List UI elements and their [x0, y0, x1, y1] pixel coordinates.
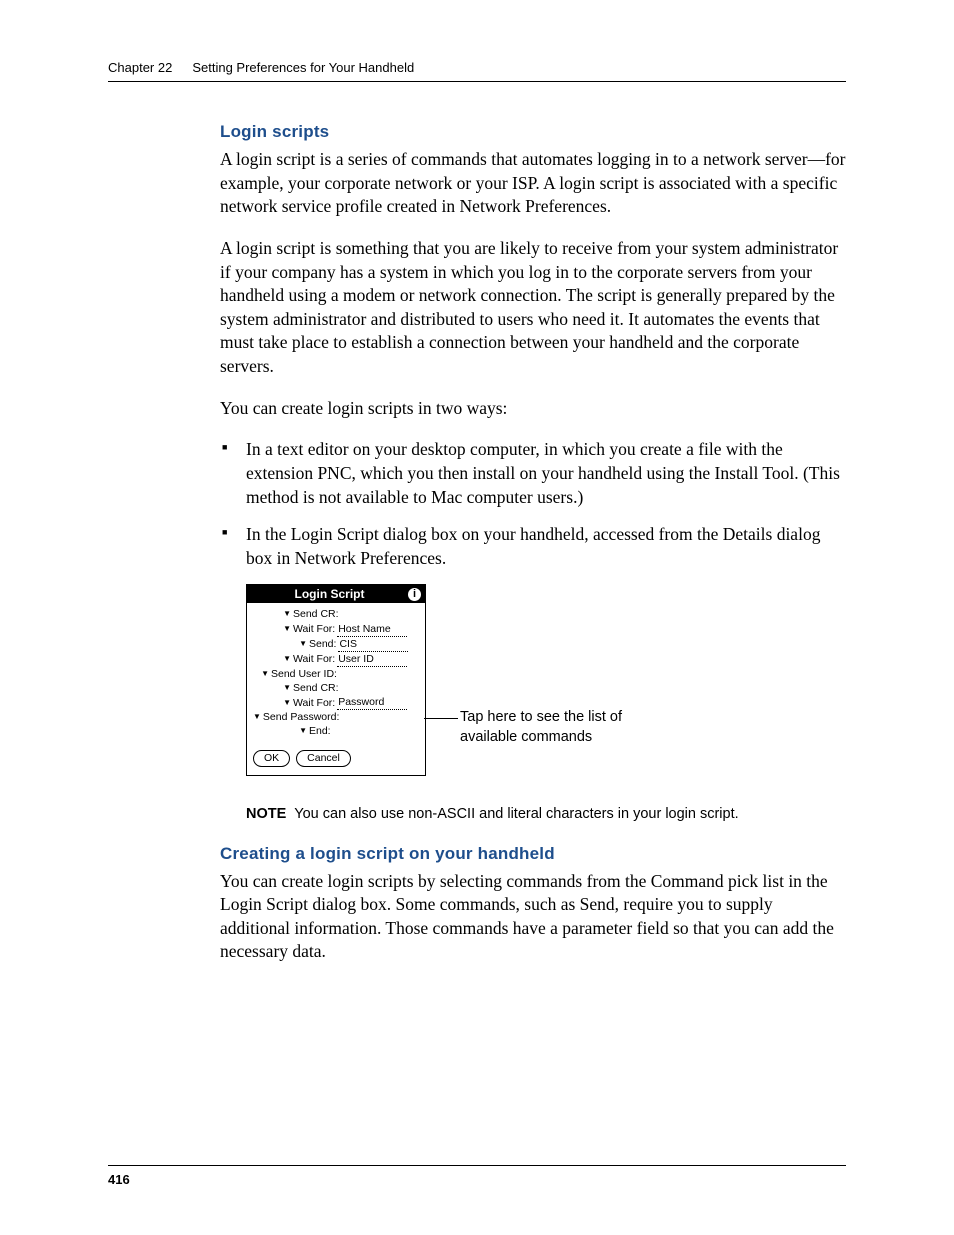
dropdown-icon[interactable]: ▼ — [283, 609, 291, 619]
dialog-title: Login Script — [251, 587, 408, 601]
note-block: NOTE You can also use non-ASCII and liter… — [246, 806, 846, 822]
list-item: In the Login Script dialog box on your h… — [220, 523, 846, 570]
script-command: Wait For: — [293, 697, 335, 710]
login-script-dialog-figure: Login Script i ▼Send CR: ▼Wait For:Host … — [246, 584, 426, 775]
note-text: You can also use non-ASCII and literal c… — [294, 806, 738, 822]
script-command: Wait For: — [293, 653, 335, 666]
body-paragraph: You can create login scripts by selectin… — [220, 870, 846, 965]
callout-line: available commands — [460, 728, 622, 748]
script-command: Send CR: — [293, 682, 339, 695]
running-header: Chapter 22 Setting Preferences for Your H… — [108, 60, 846, 82]
chapter-label: Chapter 22 — [108, 60, 172, 75]
callout-line: Tap here to see the list of — [460, 708, 622, 728]
dropdown-icon[interactable]: ▼ — [283, 698, 291, 708]
script-command: Send: — [309, 638, 336, 651]
dropdown-icon[interactable]: ▼ — [283, 654, 291, 664]
script-value[interactable]: Password — [337, 696, 407, 710]
dropdown-icon[interactable]: ▼ — [283, 683, 291, 693]
section-heading-login-scripts: Login scripts — [220, 122, 846, 142]
dropdown-icon[interactable]: ▼ — [299, 639, 307, 649]
script-value[interactable]: User ID — [337, 653, 407, 667]
list-item: In a text editor on your desktop compute… — [220, 438, 846, 509]
script-command: Send Password: — [263, 711, 339, 724]
chapter-title: Setting Preferences for Your Handheld — [192, 60, 414, 75]
dropdown-icon[interactable]: ▼ — [261, 669, 269, 679]
script-value[interactable]: CIS — [338, 638, 408, 652]
body-paragraph: A login script is a series of commands t… — [220, 148, 846, 219]
script-command: End: — [309, 725, 331, 738]
dropdown-icon[interactable]: ▼ — [283, 624, 291, 634]
figure-callout: Tap here to see the list of available co… — [460, 708, 622, 747]
script-value[interactable]: Host Name — [337, 623, 407, 637]
info-icon[interactable]: i — [408, 588, 421, 601]
dropdown-icon[interactable]: ▼ — [299, 726, 307, 736]
cancel-button[interactable]: Cancel — [296, 750, 351, 767]
note-label: NOTE — [246, 806, 286, 822]
script-command: Wait For: — [293, 623, 335, 636]
dropdown-icon[interactable]: ▼ — [253, 712, 261, 722]
body-paragraph: A login script is something that you are… — [220, 237, 846, 379]
script-command: Send User ID: — [271, 668, 337, 681]
script-command: Send CR: — [293, 608, 339, 621]
ok-button[interactable]: OK — [253, 750, 290, 767]
section-heading-creating-script: Creating a login script on your handheld — [220, 844, 846, 864]
page-number: 416 — [108, 1165, 846, 1187]
body-paragraph: You can create login scripts in two ways… — [220, 397, 846, 421]
